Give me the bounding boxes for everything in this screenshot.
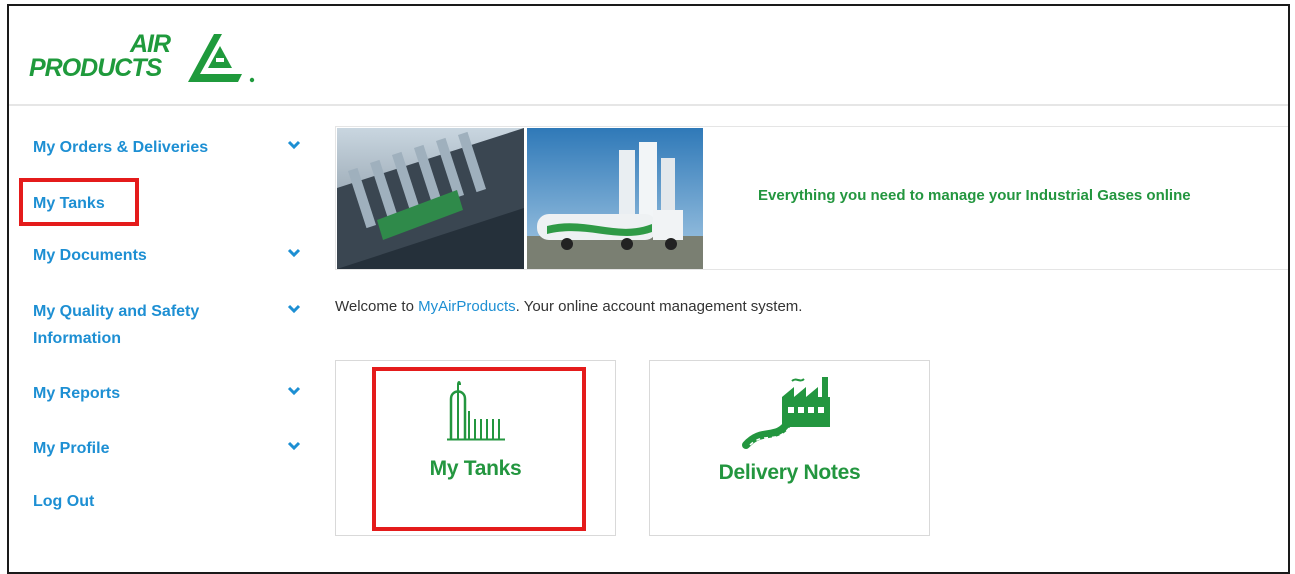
welcome-brand-link[interactable]: MyAirProducts xyxy=(418,298,516,315)
app-window: AIR PRODUCTS My Orders & Deliveries My T… xyxy=(7,4,1290,574)
highlight-box xyxy=(19,178,139,226)
logo-mark-icon xyxy=(188,34,255,83)
logo-text-products: PRODUCTS xyxy=(29,54,162,82)
sidebar-item-documents[interactable]: My Documents xyxy=(33,242,313,269)
tanker-truck-photo xyxy=(527,128,703,269)
main-content: Everything you need to manage your Indus… xyxy=(335,126,1288,566)
sidebar-item-profile[interactable]: My Profile xyxy=(33,435,313,462)
sidebar-item-label: My Profile xyxy=(33,440,110,457)
sidebar-item-label: My Reports xyxy=(33,385,121,402)
chevron-down-icon[interactable] xyxy=(287,304,301,314)
air-products-logo[interactable]: AIR PRODUCTS xyxy=(27,26,257,88)
banner-tagline: Everything you need to manage your Indus… xyxy=(758,187,1191,204)
sidebar-item-label: My Documents xyxy=(33,247,147,264)
chevron-down-icon[interactable] xyxy=(287,386,301,396)
tile-label: Delivery Notes xyxy=(718,461,861,484)
welcome-prefix: Welcome to xyxy=(335,298,419,315)
hero-banner: Everything you need to manage your Indus… xyxy=(335,126,1288,270)
sidebar-item-log-out[interactable]: Log Out xyxy=(33,488,313,515)
sidebar-item-reports[interactable]: My Reports xyxy=(33,380,313,407)
sidebar-item-quality-safety[interactable]: My Quality and Safety Information xyxy=(33,298,313,352)
sidebar-item-label: Log Out xyxy=(33,493,95,510)
sidebar-item-orders-deliveries[interactable]: My Orders & Deliveries xyxy=(33,134,313,161)
header: AIR PRODUCTS xyxy=(9,6,1288,106)
sidebar-item-label: My Orders & Deliveries xyxy=(33,139,209,156)
chevron-down-icon[interactable] xyxy=(287,441,301,451)
highlight-box xyxy=(372,367,586,531)
delivery-truck-factory-icon xyxy=(742,377,830,449)
chevron-down-icon[interactable] xyxy=(287,140,301,150)
welcome-message: Welcome to MyAirProducts. Your online ac… xyxy=(335,298,1035,315)
sidebar-item-label: My Quality and Safety Information xyxy=(33,303,200,347)
welcome-suffix: . Your online account management system. xyxy=(515,298,803,315)
sidebar-nav: My Orders & Deliveries My Tanks My Docum… xyxy=(9,108,321,568)
tile-delivery-notes[interactable]: Delivery Notes xyxy=(649,360,930,536)
chevron-down-icon[interactable] xyxy=(287,248,301,258)
cylinders-photo xyxy=(337,128,524,269)
tile-my-tanks[interactable]: My Tanks xyxy=(335,360,616,536)
